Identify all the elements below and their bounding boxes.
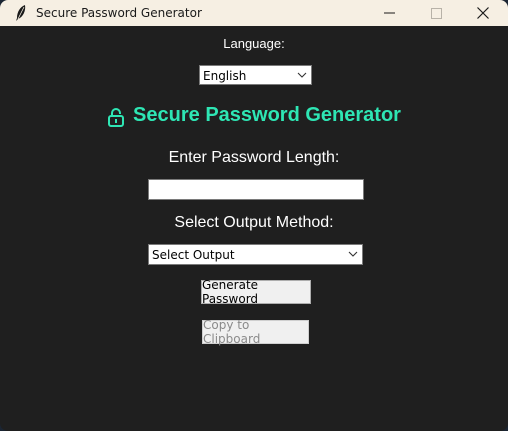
language-label: Language: xyxy=(223,36,285,51)
chevron-down-icon xyxy=(297,72,307,78)
maximize-icon xyxy=(430,7,442,19)
maximize-button[interactable] xyxy=(413,0,459,26)
chevron-down-icon xyxy=(348,251,358,257)
password-length-label: Enter Password Length: xyxy=(168,149,340,166)
lock-icon xyxy=(108,108,125,127)
feather-icon xyxy=(16,5,26,21)
minimize-button[interactable] xyxy=(366,0,412,26)
page-heading: Secure Password Generator xyxy=(0,103,508,127)
page-title: Secure Password Generator xyxy=(133,103,401,126)
minimize-icon xyxy=(383,12,395,14)
output-method-label: Select Output Method: xyxy=(174,214,334,231)
output-method-value: Select Output xyxy=(152,248,235,262)
copy-to-clipboard-button[interactable]: Copy to Clipboard xyxy=(202,318,309,346)
window-title: Secure Password Generator xyxy=(36,6,202,20)
close-icon xyxy=(477,7,489,19)
close-button[interactable] xyxy=(460,0,506,26)
language-select-value: English xyxy=(203,69,247,83)
password-length-input[interactable] xyxy=(148,179,364,200)
generate-password-button[interactable]: Generate Password xyxy=(201,278,311,306)
output-method-select[interactable]: Select Output xyxy=(148,244,363,265)
title-bar[interactable]: Secure Password Generator xyxy=(0,0,508,26)
language-select[interactable]: English xyxy=(199,65,312,85)
app-window: Secure Password Generator Language: Engl… xyxy=(0,0,508,431)
